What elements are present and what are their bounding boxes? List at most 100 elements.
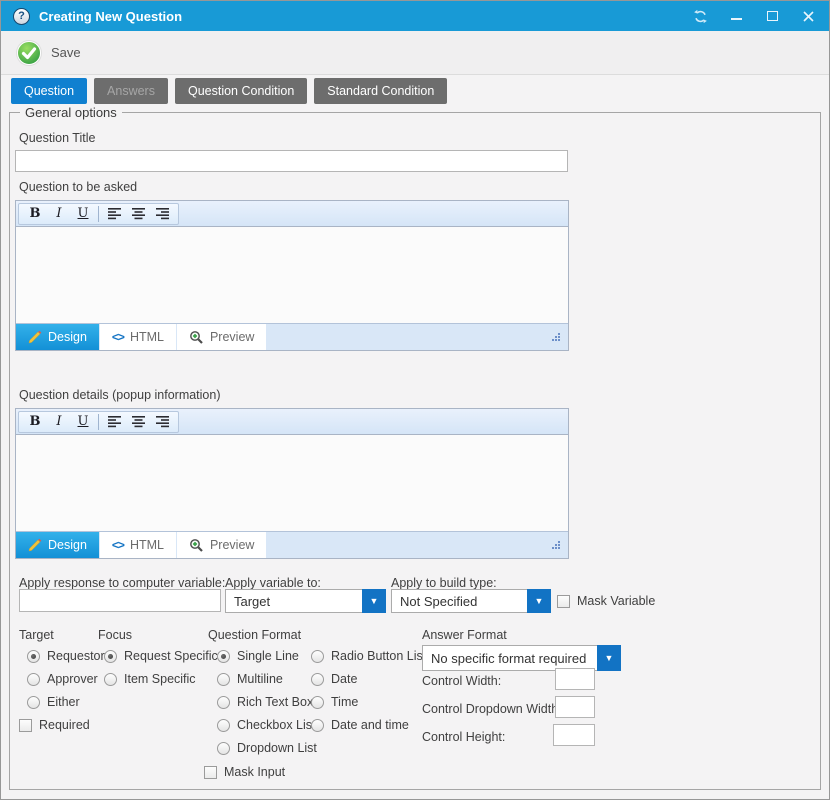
radio-approver[interactable]: Approver xyxy=(27,671,98,687)
editor-button-strip: B I U xyxy=(18,411,179,433)
control-width-input[interactable] xyxy=(555,668,595,690)
radio-requestor[interactable]: Requestor xyxy=(27,648,105,664)
align-left-button[interactable] xyxy=(102,204,126,224)
magnifier-plus-icon xyxy=(189,538,204,553)
html-tab[interactable]: <> HTML xyxy=(100,532,176,558)
help-icon[interactable]: ? xyxy=(13,8,30,25)
align-left-icon xyxy=(107,207,122,220)
dropdown-arrow-icon[interactable]: ▼ xyxy=(527,589,551,613)
html-tab[interactable]: <> HTML xyxy=(100,324,176,350)
radio-item-specific[interactable]: Item Specific xyxy=(104,671,196,687)
tab-question-condition[interactable]: Question Condition xyxy=(175,78,307,104)
design-tab[interactable]: Design xyxy=(16,532,99,558)
align-center-button[interactable] xyxy=(126,204,150,224)
refresh-button[interactable] xyxy=(685,3,715,29)
resize-grip[interactable] xyxy=(551,540,562,551)
minimize-button[interactable] xyxy=(721,3,751,29)
radio-request-specific[interactable]: Request Specific xyxy=(104,648,218,664)
control-dropdown-width-label: Control Dropdown Width: xyxy=(422,702,562,716)
align-left-button[interactable] xyxy=(102,412,126,432)
align-center-icon xyxy=(131,415,146,428)
editor-mode-bar: Design <> HTML Preview xyxy=(16,323,568,350)
dialog-window: ? Creating New Question xyxy=(0,0,830,800)
radio-icon xyxy=(217,719,230,732)
code-icon: <> xyxy=(112,538,124,552)
radio-rich-text-box[interactable]: Rich Text Box xyxy=(217,694,313,710)
save-button[interactable]: Save xyxy=(15,39,81,67)
design-tab[interactable]: Design xyxy=(16,324,99,350)
titlebar[interactable]: ? Creating New Question xyxy=(1,1,829,31)
radio-icon xyxy=(27,696,40,709)
window-controls xyxy=(685,3,823,29)
required-checkbox[interactable]: Required xyxy=(19,717,90,733)
align-right-icon xyxy=(155,207,170,220)
radio-icon xyxy=(217,696,230,709)
close-button[interactable] xyxy=(793,3,823,29)
pencil-icon xyxy=(28,330,42,344)
question-format-header: Question Format xyxy=(208,628,301,642)
radio-date-and-time[interactable]: Date and time xyxy=(311,717,409,733)
question-to-be-asked-label: Question to be asked xyxy=(19,180,137,194)
mask-input-checkbox[interactable]: Mask Input xyxy=(204,764,285,780)
bold-button[interactable]: B xyxy=(23,412,47,432)
computer-variable-input[interactable] xyxy=(19,589,221,612)
maximize-button[interactable] xyxy=(757,3,787,29)
tab-standard-condition[interactable]: Standard Condition xyxy=(314,78,447,104)
radio-either[interactable]: Either xyxy=(27,694,80,710)
preview-tab[interactable]: Preview xyxy=(177,324,266,350)
control-height-label: Control Height: xyxy=(422,730,505,744)
bold-button[interactable]: B xyxy=(23,204,47,224)
resize-grip[interactable] xyxy=(551,332,562,343)
radio-single-line[interactable]: Single Line xyxy=(217,648,299,664)
align-center-button[interactable] xyxy=(126,412,150,432)
editor-format-toolbar: B I U xyxy=(16,409,568,435)
align-right-button[interactable] xyxy=(150,412,174,432)
editor-button-strip: B I U xyxy=(18,203,179,225)
code-icon: <> xyxy=(112,330,124,344)
toolbar-separator xyxy=(98,206,99,222)
target-header: Target xyxy=(19,628,54,642)
preview-tab[interactable]: Preview xyxy=(177,532,266,558)
apply-variable-to-select[interactable]: Target ▼ xyxy=(225,589,386,613)
italic-button[interactable]: I xyxy=(47,204,71,224)
checkbox-icon xyxy=(557,595,570,608)
selected-value: Target xyxy=(225,589,362,613)
radio-multiline[interactable]: Multiline xyxy=(217,671,283,687)
italic-button[interactable]: I xyxy=(47,412,71,432)
maximize-icon xyxy=(767,11,778,21)
magnifier-plus-icon xyxy=(189,330,204,345)
editor-mode-bar: Design <> HTML Preview xyxy=(16,531,568,558)
align-right-button[interactable] xyxy=(150,204,174,224)
align-center-icon xyxy=(131,207,146,220)
radio-dropdown-list[interactable]: Dropdown List xyxy=(217,740,317,756)
control-height-input[interactable] xyxy=(553,724,595,746)
editor-content-area[interactable] xyxy=(16,227,568,323)
question-richtext-editor: B I U Desig xyxy=(15,200,569,351)
question-title-label: Question Title xyxy=(19,131,95,145)
radio-checkbox-list[interactable]: Checkbox List xyxy=(217,717,316,733)
dropdown-arrow-icon[interactable]: ▼ xyxy=(362,589,386,613)
radio-radio-button-list[interactable]: Radio Button List xyxy=(311,648,426,664)
radio-icon xyxy=(27,673,40,686)
pencil-icon xyxy=(28,538,42,552)
tab-bar: Question Answers Question Condition Stan… xyxy=(11,78,447,104)
details-richtext-editor: B I U Desig xyxy=(15,408,569,559)
dropdown-arrow-icon[interactable]: ▼ xyxy=(597,645,621,671)
radio-time[interactable]: Time xyxy=(311,694,358,710)
underline-button[interactable]: U xyxy=(71,204,95,224)
underline-button[interactable]: U xyxy=(71,412,95,432)
editor-content-area[interactable] xyxy=(16,435,568,531)
radio-icon xyxy=(217,650,230,663)
toolbar-separator xyxy=(98,414,99,430)
minimize-icon xyxy=(731,18,742,20)
apply-build-type-select[interactable]: Not Specified ▼ xyxy=(391,589,551,613)
save-icon xyxy=(15,39,43,67)
radio-date[interactable]: Date xyxy=(311,671,357,687)
question-title-input[interactable] xyxy=(15,150,568,172)
refresh-icon xyxy=(693,9,708,24)
mask-variable-checkbox[interactable]: Mask Variable xyxy=(557,593,655,609)
tab-question[interactable]: Question xyxy=(11,78,87,104)
question-details-label: Question details (popup information) xyxy=(19,388,221,402)
tab-answers[interactable]: Answers xyxy=(94,78,168,104)
control-dropdown-width-input[interactable] xyxy=(555,696,595,718)
